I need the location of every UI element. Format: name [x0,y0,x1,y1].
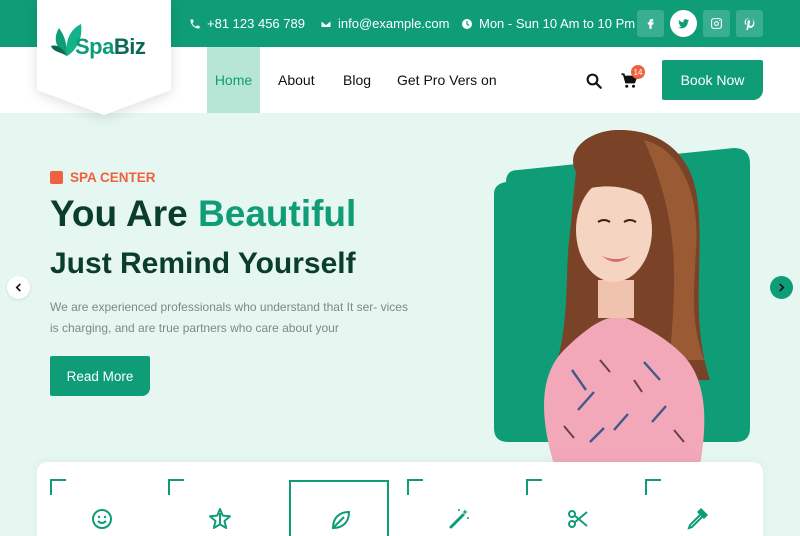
hero-description: We are experienced professionals who und… [50,300,408,335]
feature-card-dropper[interactable] [645,479,747,536]
magic-wand-icon [449,509,469,529]
phone-icon [190,19,200,28]
email-text: info@example.com [338,16,450,31]
feature-card-magic[interactable] [407,479,509,536]
star-icon [209,508,231,529]
logo-text-part1: Spa [75,34,114,59]
scissors-icon [568,510,588,528]
nav-get-pro[interactable]: Get Pro Vers on [397,47,497,113]
read-more-button[interactable]: Read More [50,356,150,396]
hero-title-accent: Beautiful [198,193,357,234]
search-icon[interactable] [585,72,603,90]
logo-text-part2: Biz [113,34,146,59]
feature-card-leaf[interactable] [289,480,389,536]
book-now-button[interactable]: Book Now [662,60,763,100]
hours-text: Mon - Sun 10 Am to 10 Pm [479,16,636,31]
leaf-icon [331,510,351,530]
phone-info[interactable]: +81 123 456 789 [189,0,305,47]
hours-info: Mon - Sun 10 Am to 10 Pm [461,0,635,47]
slider-next-button[interactable] [770,276,793,299]
hero-subtitle: Just Remind Yourself [50,247,356,280]
logo[interactable]: SpaBiz [37,0,171,115]
phone-text: +81 123 456 789 [207,16,305,31]
clock-icon [462,18,472,29]
chevron-right-icon [779,283,785,292]
cart-count-badge: 14 [631,65,645,79]
smile-icon [92,509,112,529]
hero-title-plain: You Are [50,193,199,234]
pinterest-icon[interactable] [736,10,763,37]
hero-eyebrow: SPA CENTER [50,170,156,185]
nav-about[interactable]: About [278,47,315,113]
envelope-icon [320,19,332,28]
instagram-icon[interactable] [703,10,730,37]
eyebrow-square [50,171,63,184]
feature-card-scissors[interactable] [526,479,628,536]
eyebrow-text: SPA CENTER [70,170,156,185]
facebook-icon[interactable] [637,10,664,37]
feature-card-smile[interactable] [50,479,152,536]
dropper-icon [687,507,709,530]
slider-prev-button[interactable] [7,276,30,299]
nav-blog[interactable]: Blog [343,47,371,113]
email-info[interactable]: info@example.com [320,0,449,47]
chevron-left-icon [15,283,21,292]
nav-home[interactable]: Home [207,47,260,113]
hero-portrait-image [494,130,750,465]
twitter-icon[interactable] [670,10,697,37]
feature-card-star[interactable] [168,479,270,536]
logo-text: SpaBiz [75,34,146,60]
hero-title: You Are Beautiful [50,193,356,235]
